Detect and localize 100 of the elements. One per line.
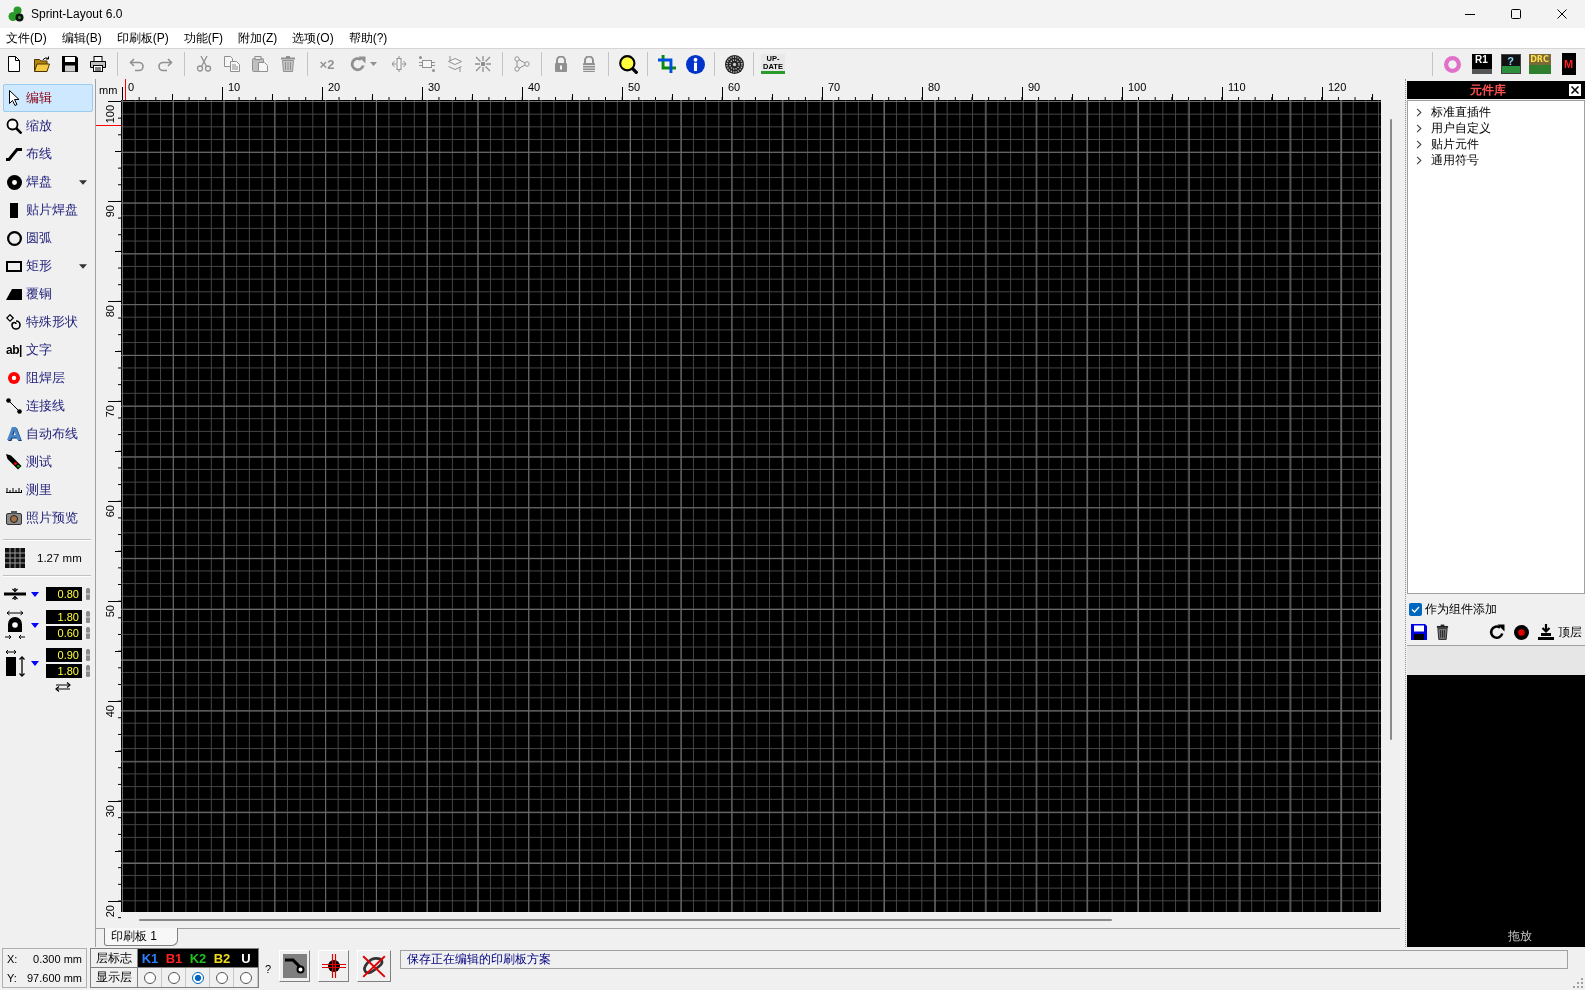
open-folder-icon[interactable] [34, 56, 50, 72]
printer-icon[interactable] [90, 56, 106, 72]
library-title: 元件库 [1468, 81, 1507, 99]
trace-view-button[interactable] [279, 950, 311, 982]
tool-button[interactable]: 测里 [3, 476, 93, 504]
autoroute-icon: A [7, 425, 21, 443]
new-file-icon[interactable] [6, 56, 22, 72]
tree-item[interactable]: 贴片元件 [1431, 135, 1479, 153]
value-field[interactable]: 0.60 [46, 626, 82, 640]
menu-item[interactable]: 功能(F) [178, 29, 228, 47]
radio-button[interactable] [215, 971, 228, 984]
trash-icon[interactable] [1436, 624, 1449, 640]
record-dot-icon[interactable] [1514, 624, 1529, 640]
resize-grip-icon[interactable] [1573, 978, 1583, 988]
minimize-icon[interactable] [1465, 13, 1475, 15]
ruler-icon [6, 487, 22, 493]
ruler-label: 80 [104, 305, 116, 318]
radio-button[interactable] [239, 971, 252, 984]
tool-button[interactable]: 连接线 [3, 392, 93, 420]
rectangle-icon [6, 260, 22, 272]
close-icon[interactable] [1557, 9, 1567, 19]
info-icon[interactable] [685, 54, 705, 74]
menu-item[interactable]: 编辑(B) [56, 29, 107, 47]
layer-label: B1 [165, 951, 183, 965]
menu-item[interactable]: 附加(Z) [233, 29, 283, 47]
chevron-icon[interactable] [1416, 139, 1422, 149]
tool-button[interactable]: 矩形 [3, 252, 93, 280]
tool-button[interactable]: 覆铜 [3, 280, 93, 308]
help-screen-icon[interactable]: ? [1500, 54, 1521, 74]
menu-item[interactable]: 印刷板(P) [111, 29, 174, 47]
m-icon[interactable]: M [1561, 53, 1576, 75]
hidden-link-button[interactable] [357, 950, 392, 982]
ruler-label: 80 [928, 81, 941, 93]
value-field[interactable]: 0.90 [46, 648, 82, 662]
radio-button[interactable] [143, 971, 156, 984]
grid-size: 1.27 mm [37, 552, 82, 564]
swap-icon[interactable] [53, 682, 73, 692]
pcb-canvas[interactable] [121, 100, 1381, 912]
checkbox[interactable] [1409, 602, 1422, 616]
ruler-label: 70 [828, 81, 841, 93]
caret-icon[interactable] [79, 179, 87, 185]
tree-item[interactable]: 用户自定义 [1431, 119, 1491, 137]
tool-button[interactable]: ab| 文字 [3, 336, 93, 364]
tool-button[interactable]: 特殊形状 [3, 308, 93, 336]
layer-toggle[interactable]: 顶层 [1558, 623, 1582, 641]
scrollbar-thumb[interactable] [1389, 119, 1392, 740]
drc-icon[interactable]: DRC [1528, 54, 1551, 74]
caret-icon[interactable] [31, 660, 39, 666]
save-icon[interactable] [1411, 624, 1427, 640]
ruler-label: 10 [228, 81, 241, 93]
trace-icon [6, 147, 22, 161]
radio-button[interactable] [167, 971, 180, 984]
menu-item[interactable]: 帮助(?) [343, 29, 393, 47]
crosshair-button[interactable] [318, 950, 350, 982]
tool-button[interactable]: 缩放 [3, 112, 93, 140]
magnifier-icon[interactable] [618, 54, 638, 74]
dotted-disc-icon[interactable] [724, 54, 744, 74]
cursor-marker [125, 79, 126, 100]
tool-button[interactable]: 阻焊层 [3, 364, 93, 392]
layer-label: U [241, 951, 251, 965]
caret-icon[interactable] [31, 622, 39, 628]
pad-icon [6, 174, 22, 190]
layer-label: K1 [141, 951, 159, 965]
caret-icon[interactable] [79, 263, 87, 269]
maximize-icon[interactable] [1511, 9, 1521, 19]
crop-icon[interactable] [658, 55, 676, 73]
chevron-icon[interactable] [1416, 155, 1422, 165]
tree-item[interactable]: 通用符号 [1431, 151, 1479, 169]
close-icon[interactable] [1568, 83, 1582, 97]
tool-button[interactable]: 贴片焊盘 [3, 196, 93, 224]
ring-icon[interactable] [1444, 55, 1461, 73]
value-field[interactable]: 1.80 [46, 610, 82, 624]
value-field[interactable]: 1.80 [46, 664, 82, 678]
save-icon[interactable] [62, 56, 78, 72]
tool-button[interactable]: 圆弧 [3, 224, 93, 252]
download-icon[interactable] [1538, 624, 1554, 640]
tool-button[interactable]: 布线 [3, 140, 93, 168]
ruler-label: 50 [628, 81, 641, 93]
chevron-icon[interactable] [1416, 123, 1422, 133]
tool-button[interactable]: 照片预览 [3, 504, 93, 532]
ruler-label: 50 [104, 605, 116, 618]
value-field[interactable]: 0.80 [46, 587, 82, 601]
r1-icon[interactable]: R1 [1471, 54, 1492, 74]
scrollbar-thumb[interactable] [139, 919, 1112, 921]
menu-item[interactable]: 选项(O) [287, 29, 339, 47]
tool-button[interactable]: 焊盘 [3, 168, 93, 196]
tool-button[interactable]: 测试 [3, 448, 93, 476]
chevron-icon[interactable] [1416, 107, 1422, 117]
layer-label: K2 [189, 951, 207, 965]
rotate-icon[interactable] [1489, 624, 1505, 640]
menu-item[interactable]: 文件(D) [1, 29, 52, 47]
checkbox-label[interactable]: 作为组件添加 [1425, 600, 1497, 618]
tab[interactable]: 印刷板 1 [104, 928, 178, 946]
radio-button[interactable] [191, 971, 204, 984]
preview-area[interactable]: 拖放 [1407, 675, 1585, 947]
grid-icon[interactable] [5, 548, 25, 568]
tree-item[interactable]: 标准直插件 [1431, 103, 1491, 121]
tool-button[interactable]: 编辑 [3, 84, 93, 112]
tool-button[interactable]: A 自动布线 [3, 420, 93, 448]
caret-icon[interactable] [31, 591, 39, 597]
